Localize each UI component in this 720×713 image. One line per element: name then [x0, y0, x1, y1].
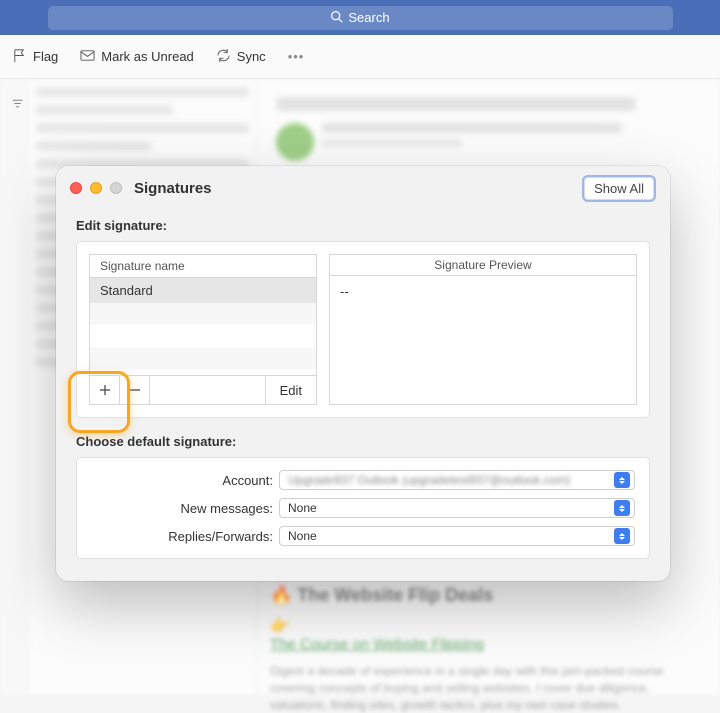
- background-mail-body: 🔥 The Website Flip Deals 👉 The Course on…: [270, 585, 710, 713]
- filter-icon[interactable]: [11, 97, 24, 115]
- signature-row-empty: [90, 303, 316, 325]
- flag-icon: [12, 48, 27, 66]
- signatures-modal: Signatures Show All Edit signature: Sign…: [56, 166, 670, 581]
- edit-signature-button[interactable]: Edit: [265, 376, 316, 404]
- choose-default-panel: Account: Upgrade937 Outlook (upgradetest…: [76, 457, 650, 559]
- signature-preview-body: --: [330, 276, 636, 404]
- edit-signature-label: Edit signature:: [76, 218, 650, 233]
- flag-button[interactable]: Flag: [12, 48, 58, 66]
- search-box[interactable]: Search: [48, 6, 673, 30]
- new-messages-label: New messages:: [91, 501, 273, 516]
- envelope-icon: [80, 48, 95, 66]
- mark-unread-button[interactable]: Mark as Unread: [80, 48, 193, 66]
- minimize-window-button[interactable]: [90, 182, 102, 194]
- zoom-window-button[interactable]: [110, 182, 122, 194]
- remove-signature-button[interactable]: [120, 376, 150, 404]
- new-messages-dropdown[interactable]: None: [279, 498, 635, 518]
- replies-forwards-dropdown[interactable]: None: [279, 526, 635, 546]
- toolbar: Flag Mark as Unread Sync •••: [0, 35, 720, 79]
- close-window-button[interactable]: [70, 182, 82, 194]
- window-controls: [70, 182, 122, 194]
- signature-row-empty: [90, 325, 316, 347]
- edit-signature-panel: Signature name Standard Edit: [76, 241, 650, 418]
- account-label: Account:: [91, 473, 273, 488]
- show-all-button[interactable]: Show All: [582, 175, 656, 202]
- search-placeholder: Search: [348, 10, 389, 25]
- chevron-updown-icon: [614, 528, 630, 544]
- signature-list[interactable]: Standard: [89, 278, 317, 375]
- account-dropdown[interactable]: Upgrade937 Outlook (upgradetest937@outlo…: [279, 470, 635, 490]
- chevron-updown-icon: [614, 500, 630, 516]
- add-signature-button[interactable]: [90, 376, 120, 404]
- signature-row[interactable]: Standard: [90, 278, 316, 303]
- choose-default-label: Choose default signature:: [76, 434, 650, 449]
- signature-row-empty: [90, 347, 316, 369]
- replies-forwards-label: Replies/Forwards:: [91, 529, 273, 544]
- search-icon: [330, 10, 343, 26]
- sync-icon: [216, 48, 231, 66]
- sync-button[interactable]: Sync: [216, 48, 266, 66]
- more-button[interactable]: •••: [288, 49, 305, 64]
- signature-preview-header: Signature Preview: [330, 255, 636, 276]
- modal-title: Signatures: [134, 180, 212, 197]
- signature-name-header: Signature name: [89, 254, 317, 278]
- chevron-updown-icon: [614, 472, 630, 488]
